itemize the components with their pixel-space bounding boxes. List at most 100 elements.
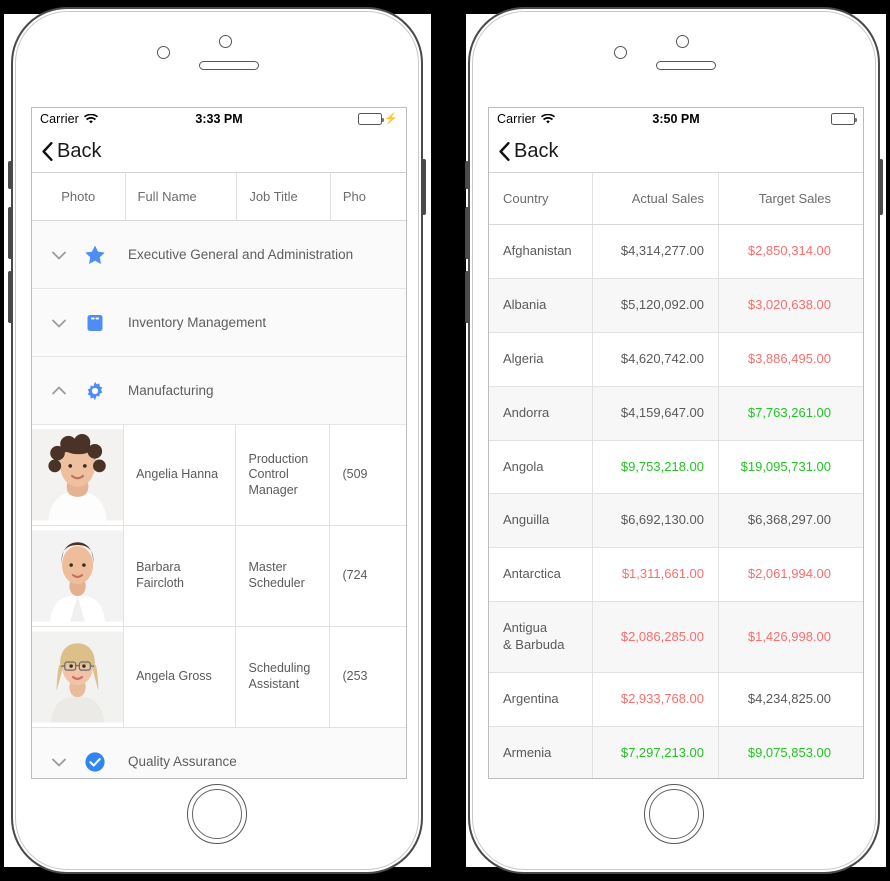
volume-down-button[interactable] xyxy=(8,271,12,323)
table-row[interactable]: Armenia $7,297,213.00 $9,075,853.00 xyxy=(489,726,863,778)
employee-name-cell: Angela Gross xyxy=(124,627,237,727)
table-row[interactable]: Angela Gross Scheduling Assistant (253 xyxy=(32,627,406,728)
earpiece-speaker xyxy=(199,61,259,70)
country-cell: Algeria xyxy=(489,332,593,386)
target-sales-cell: $9,075,853.00 xyxy=(747,744,831,760)
proximity-sensor-icon xyxy=(676,35,689,48)
column-header-phone[interactable]: Pho xyxy=(331,173,406,220)
home-button[interactable] xyxy=(187,784,247,844)
country-cell: Anguilla xyxy=(489,494,593,548)
woman-glasses-photo xyxy=(32,631,124,723)
column-header-full-name[interactable]: Full Name xyxy=(126,173,238,220)
actual-sales-cell: $1,311,661.00 xyxy=(593,548,719,602)
column-header-actual-sales[interactable]: Actual Sales xyxy=(593,173,719,224)
table-row[interactable]: Andorra $4,159,647.00 $7,763,261.00 xyxy=(489,386,863,441)
grid-header-row: Photo Full Name Job Title Pho xyxy=(32,173,406,221)
back-button-label: Back xyxy=(514,139,559,162)
backdrop-middle xyxy=(431,0,466,881)
navigation-bar: Back xyxy=(489,130,863,173)
star-icon xyxy=(84,244,106,266)
volume-up-button[interactable] xyxy=(465,207,469,259)
country-cell: Afghanistan xyxy=(489,225,593,278)
column-header-country[interactable]: Country xyxy=(489,173,593,224)
employee-job-cell: Master Scheduler xyxy=(236,526,331,626)
column-header-target-sales[interactable]: Target Sales xyxy=(719,173,845,224)
table-row[interactable]: Albania $5,120,092.00 $3,020,638.00 xyxy=(489,278,863,333)
table-row[interactable]: Angola $9,753,218.00 $19,095,731.00 xyxy=(489,440,863,495)
group-row-manufacturing[interactable]: Manufacturing xyxy=(32,357,406,425)
table-row[interactable]: Argentina $2,933,768.00 $4,234,825.00 xyxy=(489,673,863,727)
volume-up-button[interactable] xyxy=(8,207,12,259)
employee-photo-cell xyxy=(32,627,125,727)
group-row-inventory[interactable]: Inventory Management xyxy=(32,289,406,357)
left-screen: Carrier 3:33 PM ⚡ Back Photo Full Name J… xyxy=(31,107,407,779)
table-row[interactable]: Afghanistan $4,314,277.00 $2,850,314.00 xyxy=(489,225,863,279)
chevron-down-icon[interactable] xyxy=(48,751,70,773)
table-row[interactable]: Barbara Faircloth Master Scheduler (724 xyxy=(32,526,406,627)
country-cell: Albania xyxy=(489,278,593,332)
employee-phone-cell: (509 xyxy=(342,467,368,482)
target-sales-cell: $3,886,495.00 xyxy=(747,350,831,366)
employee-name-cell: Angelia Hanna xyxy=(124,425,237,525)
backdrop-left xyxy=(0,0,4,881)
status-bar: Carrier 3:33 PM ⚡ xyxy=(32,108,406,130)
target-sales-cell: $19,095,731.00 xyxy=(740,458,831,474)
lightning-bolt-icon: ⚡ xyxy=(384,112,398,125)
sales-rows-container: Afghanistan $4,314,277.00 $2,850,314.00 Alb… xyxy=(489,225,863,778)
employee-phone-cell: (724 xyxy=(342,568,368,583)
check-circle-icon xyxy=(84,751,106,773)
home-button[interactable] xyxy=(644,784,704,844)
navigation-bar: Back xyxy=(32,130,406,173)
column-header-photo[interactable]: Photo xyxy=(32,173,126,220)
table-row[interactable]: Algeria $4,620,742.00 $3,886,495.00 xyxy=(489,332,863,387)
chevron-down-icon[interactable] xyxy=(48,244,70,266)
employee-photo-cell xyxy=(32,425,125,525)
country-cell: Andorra xyxy=(489,386,593,440)
employee-job-cell: Scheduling Assistant xyxy=(236,627,331,727)
power-button[interactable] xyxy=(422,159,426,215)
carrier-label: Carrier xyxy=(40,112,79,126)
group-row-quality-assurance[interactable]: Quality Assurance xyxy=(32,728,406,778)
actual-sales-cell: $2,086,285.00 xyxy=(593,602,719,673)
group-label: Quality Assurance xyxy=(128,754,237,769)
grid-header-row: Country Actual Sales Target Sales xyxy=(489,173,863,225)
target-sales-cell: $3,020,638.00 xyxy=(747,296,831,312)
column-header-job-title[interactable]: Job Title xyxy=(237,173,331,220)
silent-switch[interactable] xyxy=(8,161,12,189)
actual-sales-cell: $6,692,130.00 xyxy=(593,494,719,548)
chevron-left-icon xyxy=(499,141,510,161)
status-bar-left: Carrier xyxy=(40,112,98,126)
screenshot-stage: Carrier 3:33 PM ⚡ Back Photo Full Name J… xyxy=(0,0,890,881)
back-button[interactable]: Back xyxy=(499,140,558,163)
status-bar-right xyxy=(831,113,857,125)
woman-white-shirt-photo xyxy=(32,530,124,622)
front-camera-icon xyxy=(614,46,627,59)
employee-directory-phone: Carrier 3:33 PM ⚡ Back Photo Full Name J… xyxy=(8,7,426,874)
power-button[interactable] xyxy=(879,159,883,215)
front-camera-icon xyxy=(157,46,170,59)
table-row[interactable]: Angelia Hanna Production Control Manager… xyxy=(32,425,406,526)
right-screen: Carrier 3:50 PM Back Country Actual Sale… xyxy=(488,107,864,779)
volume-down-button[interactable] xyxy=(465,271,469,323)
country-cell: Argentina xyxy=(489,673,593,726)
actual-sales-cell: $4,159,647.00 xyxy=(593,386,719,440)
table-row[interactable]: Anguilla $6,692,130.00 $6,368,297.00 xyxy=(489,494,863,549)
silent-switch[interactable] xyxy=(465,161,469,189)
country-cell: Antigua & Barbuda xyxy=(489,602,593,673)
target-sales-cell: $2,061,994.00 xyxy=(747,566,831,582)
target-sales-cell: $1,426,998.00 xyxy=(747,628,831,644)
group-row-executive[interactable]: Executive General and Administration xyxy=(32,221,406,289)
status-bar-left: Carrier xyxy=(497,112,555,126)
back-button-label: Back xyxy=(57,139,102,162)
table-row[interactable]: Antigua & Barbuda $2,086,285.00 $1,426,998… xyxy=(489,602,863,674)
back-button[interactable]: Back xyxy=(42,140,101,163)
chevron-down-icon[interactable] xyxy=(48,312,70,334)
backdrop-right xyxy=(886,0,890,881)
actual-sales-cell: $7,297,213.00 xyxy=(593,726,719,778)
employee-grid: Photo Full Name Job Title Pho Executive … xyxy=(32,173,406,778)
status-bar-right: ⚡ xyxy=(358,113,398,125)
table-row[interactable]: Antarctica $1,311,661.00 $2,061,994.00 xyxy=(489,548,863,603)
battery-icon xyxy=(831,113,857,125)
chevron-up-icon[interactable] xyxy=(48,380,70,402)
status-bar: Carrier 3:50 PM xyxy=(489,108,863,130)
